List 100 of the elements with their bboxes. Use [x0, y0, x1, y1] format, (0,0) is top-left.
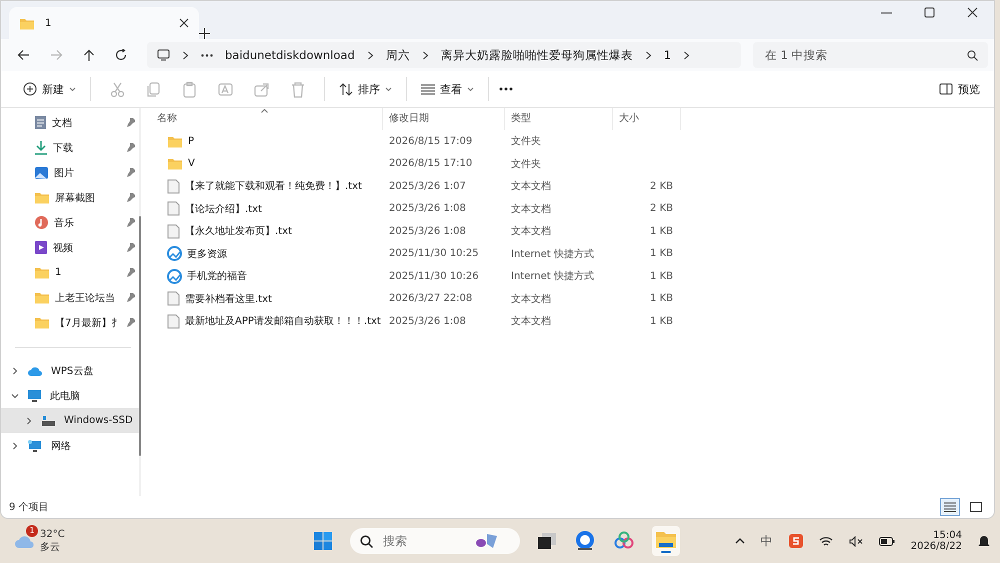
file-size: 1 KB	[650, 316, 673, 327]
new-button[interactable]: 新建	[19, 78, 80, 100]
file-explorer-icon[interactable]	[655, 529, 677, 553]
input-tool-icon[interactable]	[788, 534, 803, 548]
chevron-right-icon[interactable]	[644, 50, 652, 60]
modified-date: 2025/3/26 1:08	[389, 316, 466, 327]
item-count: 9 个项目	[9, 502, 49, 513]
task-view-icon[interactable]	[538, 533, 556, 549]
search-box[interactable]: 在 1 中搜索	[753, 42, 988, 68]
sort-icon	[339, 82, 353, 96]
file-type: 文本文档	[511, 226, 551, 238]
file-name[interactable]: 最新地址及APP请发邮箱自动获取！！！.txt	[185, 314, 381, 328]
folder-tab[interactable]: 1	[9, 7, 199, 39]
file-name[interactable]: V	[188, 158, 195, 170]
breadcrumb[interactable]: 周六	[386, 48, 410, 62]
picture-icon	[34, 166, 49, 180]
sidebar-item[interactable]: 上老王论坛当	[55, 290, 122, 304]
caret-icon	[385, 86, 392, 92]
more-icon[interactable]	[201, 54, 213, 56]
bell-icon[interactable]	[978, 534, 990, 548]
sidebar-item[interactable]: 网络	[1, 433, 140, 458]
file-name[interactable]: 【论坛介绍】.txt	[185, 202, 262, 216]
text-file-icon	[167, 178, 180, 194]
folder-icon	[167, 134, 183, 148]
close-icon[interactable]	[967, 7, 978, 18]
weather-condition: 多云	[40, 540, 61, 554]
file-name[interactable]: 【来了就能下载和观看！纯免费！】.txt	[185, 179, 362, 194]
folder-icon	[34, 291, 50, 304]
refresh-icon[interactable]	[115, 48, 127, 60]
chevron-right-icon[interactable]	[25, 416, 33, 424]
chevron-down-icon[interactable]	[11, 392, 19, 400]
preview-button[interactable]: 预览	[935, 78, 984, 100]
column-header[interactable]: 大小	[613, 108, 681, 130]
sidebar-item[interactable]: Windows-SSD	[1, 408, 140, 433]
breadcrumb[interactable]: 1	[664, 48, 672, 62]
clock-time[interactable]: 15:04	[933, 530, 962, 541]
file-name[interactable]: 更多资源	[187, 246, 227, 261]
browser-icon[interactable]	[574, 530, 596, 552]
wifi-icon[interactable]	[818, 536, 833, 546]
modified-date: 2025/11/30 10:25	[389, 248, 479, 260]
text-file-icon	[167, 291, 180, 306]
list-icon	[421, 84, 435, 94]
modified-date: 2026/3/27 22:08	[389, 293, 472, 304]
sidebar-item[interactable]: 图片	[54, 166, 122, 180]
sidebar-item[interactable]: 此电脑	[1, 383, 140, 408]
chevron-right-icon[interactable]	[422, 50, 429, 60]
list-icon	[944, 502, 956, 512]
battery-icon[interactable]	[878, 536, 895, 546]
sidebar-item[interactable]: 下载	[53, 140, 122, 154]
computer-icon[interactable]	[157, 49, 170, 61]
input-method-indicator[interactable]: 中	[760, 532, 773, 550]
file-size: 1 KB	[650, 293, 673, 304]
maximize-icon[interactable]	[924, 7, 935, 18]
sidebar-item[interactable]: 1	[55, 267, 122, 278]
column-header[interactable]: 名称	[151, 108, 383, 130]
file-size: 2 KB	[650, 180, 673, 192]
up-icon[interactable]	[83, 48, 95, 62]
caret-icon	[69, 86, 76, 92]
sidebar-item[interactable]: 【7月最新】扌	[55, 316, 122, 330]
column-header[interactable]: 修改日期	[383, 108, 505, 130]
column-header[interactable]: 类型	[505, 108, 613, 130]
sidebar-item[interactable]: 音乐	[54, 216, 122, 230]
back-icon[interactable]	[17, 48, 30, 60]
shortcut-icon	[167, 268, 182, 284]
sidebar-item[interactable]: 视频	[53, 240, 122, 254]
sidebar-item[interactable]: 文档	[52, 116, 122, 130]
taskbar-search-box[interactable]: 搜索	[350, 528, 520, 554]
folder-icon	[19, 16, 35, 30]
search-field[interactable]: 在 1 中搜索	[763, 47, 967, 63]
file-name[interactable]: P	[188, 136, 194, 147]
chevron-right-icon[interactable]	[11, 442, 19, 450]
chevron-right-icon[interactable]	[182, 50, 189, 60]
modified-date: 2026/8/15 17:09	[389, 136, 472, 147]
file-name[interactable]: 【永久地址发布页】.txt	[185, 224, 292, 238]
view-button[interactable]: 查看	[417, 78, 478, 100]
file-type: 文件夹	[511, 136, 541, 148]
clock-date[interactable]: 2026/8/22	[910, 541, 962, 552]
chevron-up-icon[interactable]	[734, 538, 745, 544]
file-name[interactable]: 手机党的福音	[187, 269, 247, 284]
sidebar-item[interactable]: 屏幕截图	[55, 190, 122, 204]
sidebar-item[interactable]: WPS云盘	[1, 358, 140, 383]
monitor-icon	[27, 388, 42, 402]
details-view-button[interactable]	[940, 498, 960, 516]
chevron-right-icon[interactable]	[683, 50, 690, 60]
new-tab-icon[interactable]	[199, 28, 210, 39]
breadcrumb[interactable]: 离异大奶露脸啪啪性爱母狗属性爆表	[440, 48, 633, 62]
plus-circle-icon	[23, 82, 37, 96]
breadcrumb[interactable]: baidunetdiskdownload	[225, 48, 355, 62]
file-type: 文件夹	[511, 158, 541, 170]
cloud-icon	[27, 364, 43, 376]
sort-button[interactable]: 排序	[335, 78, 396, 100]
chevron-right-icon[interactable]	[366, 50, 374, 60]
start-icon[interactable]	[314, 532, 332, 550]
file-name[interactable]: 需要补档看这里.txt	[185, 292, 272, 306]
taskbar-search-field[interactable]: 搜索	[381, 533, 465, 549]
close-icon[interactable]	[179, 18, 189, 28]
muted-speaker-icon[interactable]	[848, 536, 863, 546]
drive-icon	[41, 414, 56, 426]
chevron-right-icon[interactable]	[11, 366, 19, 374]
more-icon[interactable]	[499, 87, 513, 91]
